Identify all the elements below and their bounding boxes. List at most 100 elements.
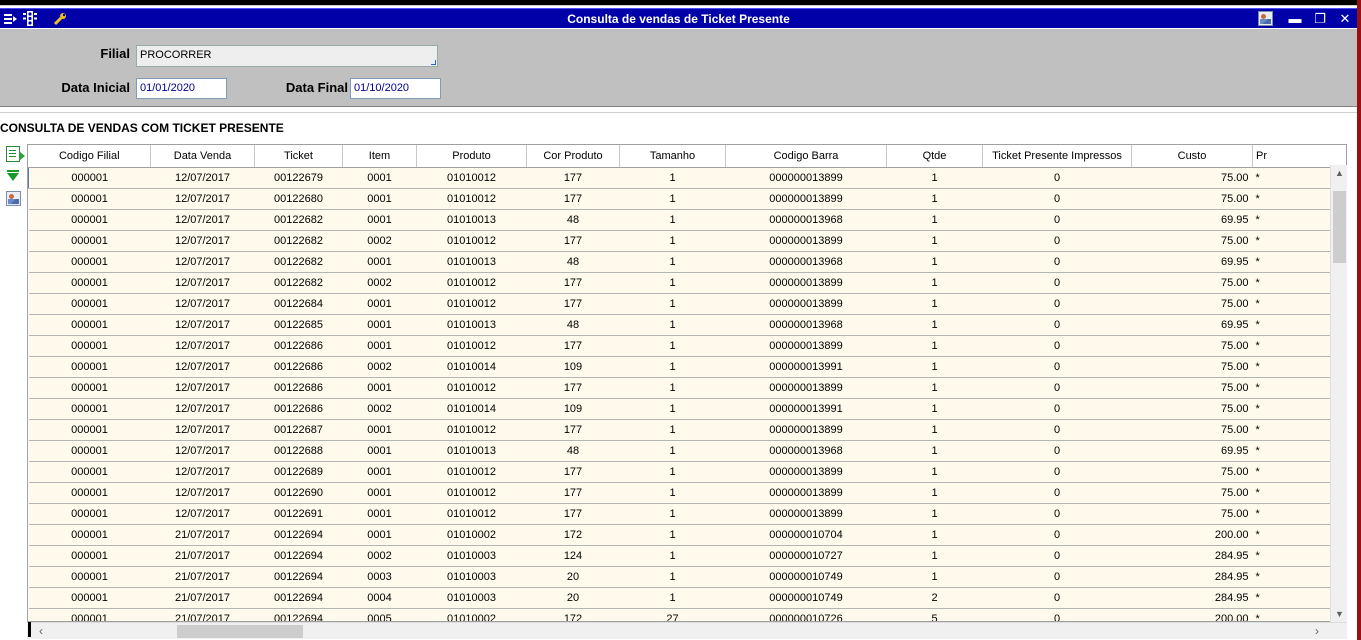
column-header[interactable]: Pr — [1252, 145, 1346, 168]
table-cell: 75.00 — [1131, 188, 1253, 210]
table-cell: 172 — [526, 524, 620, 546]
table-row[interactable]: 000001 21/07/2017 00122694 0001 01010002 172 1… — [28, 524, 1346, 546]
column-header[interactable]: Item — [342, 145, 417, 168]
image-icon[interactable] — [1255, 10, 1275, 27]
table-cell: 69.95 — [1131, 440, 1253, 462]
table-cell: 000001 — [28, 398, 151, 420]
table-row[interactable]: 000001 21/07/2017 00122694 0003 01010003 20 1 0… — [28, 566, 1346, 588]
table-cell: 000000013968 — [725, 314, 887, 336]
table-row[interactable]: 000001 12/07/2017 00122682 0001 01010013 48 1 0… — [28, 251, 1346, 273]
close-button[interactable]: ✕ — [1335, 10, 1355, 27]
column-header[interactable]: Ticket — [254, 145, 343, 168]
column-header[interactable]: Custo — [1131, 145, 1253, 168]
scroll-left-icon[interactable]: ‹ — [33, 623, 49, 640]
table-cell: 1 — [619, 188, 726, 210]
table-row[interactable]: 000001 12/07/2017 00122686 0002 01010014 109 1… — [28, 398, 1346, 420]
vertical-scroll-thumb[interactable] — [1333, 191, 1346, 263]
table-row[interactable]: 000001 12/07/2017 00122690 0001 01010012 177 1… — [28, 482, 1346, 504]
table-cell: 0 — [982, 166, 1132, 189]
table-cell: 000001 — [28, 166, 151, 189]
table-cell: 01010012 — [416, 419, 527, 441]
table-row[interactable]: 000001 12/07/2017 00122682 0001 01010013 48 1 0… — [28, 209, 1346, 231]
data-inicial-field[interactable]: 01/01/2020 — [136, 78, 227, 99]
table-cell: 00122694 — [254, 608, 343, 621]
table-cell: 0 — [982, 377, 1132, 399]
table-cell: 00122694 — [254, 587, 343, 609]
table-row[interactable]: 000001 12/07/2017 00122691 0001 01010012 177 1… — [28, 503, 1346, 525]
image-icon[interactable] — [4, 189, 22, 207]
table-row[interactable]: 000001 12/07/2017 00122682 0002 01010012 177 1… — [28, 272, 1346, 294]
table-cell: 000001 — [28, 461, 151, 483]
maximize-button[interactable]: ❐ — [1310, 10, 1330, 27]
table-row[interactable]: 000001 12/07/2017 00122689 0001 01010012 177 1… — [28, 461, 1346, 483]
table-cell: 69.95 — [1131, 251, 1253, 273]
column-header[interactable]: Ticket Presente Impressos — [982, 145, 1132, 168]
table-body: 000001 12/07/2017 00122679 0001 01010012 177 1… — [28, 166, 1346, 621]
column-header[interactable]: Qtde — [886, 145, 983, 168]
table-cell: 1 — [619, 524, 726, 546]
table-row[interactable]: 000001 12/07/2017 00122686 0002 01010014 109 1… — [28, 356, 1346, 378]
column-header[interactable]: Cor Produto — [526, 145, 620, 168]
table-cell: 1 — [886, 503, 983, 525]
horizontal-scroll-thumb[interactable] — [177, 625, 303, 638]
table-cell: 00122685 — [254, 314, 343, 336]
column-header[interactable]: Codigo Filial — [28, 145, 151, 168]
table-row[interactable]: 000001 21/07/2017 00122694 0002 01010003 124 1… — [28, 545, 1346, 567]
table-cell: 1 — [886, 293, 983, 315]
table-cell: 75.00 — [1131, 377, 1253, 399]
table-row[interactable]: 000001 12/07/2017 00122686 0001 01010012 177 1… — [28, 335, 1346, 357]
side-toolbar — [4, 145, 25, 211]
column-header[interactable]: Tamanho — [619, 145, 726, 168]
table-cell: 0 — [982, 209, 1132, 231]
table-row[interactable]: 000001 12/07/2017 00122682 0002 01010012 177 1… — [28, 230, 1346, 252]
table-cell: 000000010749 — [725, 587, 887, 609]
table-row[interactable]: 000001 12/07/2017 00122685 0001 01010013 48 1 0… — [28, 314, 1346, 336]
table-cell: 1 — [619, 230, 726, 252]
table-cell: 75.00 — [1131, 230, 1253, 252]
download-icon[interactable] — [4, 167, 22, 185]
table-cell: 00122684 — [254, 293, 343, 315]
table-cell: 5 — [886, 608, 983, 621]
horizontal-scrollbar[interactable]: ‹ › — [27, 622, 1347, 639]
table-cell: 0001 — [342, 251, 417, 273]
scroll-up-icon[interactable]: ▲ — [1331, 165, 1348, 181]
table-row[interactable]: 000001 21/07/2017 00122694 0004 01010003 20 1 0… — [28, 587, 1346, 609]
table-cell: 12/07/2017 — [150, 209, 255, 231]
table-cell: 1 — [619, 419, 726, 441]
table-row[interactable]: 000001 12/07/2017 00122687 0001 01010012 177 1… — [28, 419, 1346, 441]
table-cell: 00122694 — [254, 545, 343, 567]
table-row[interactable]: 000001 12/07/2017 00122684 0001 01010012 177 1… — [28, 293, 1346, 315]
table-cell: 0001 — [342, 419, 417, 441]
table-cell: 00122682 — [254, 251, 343, 273]
table-cell: 0001 — [342, 440, 417, 462]
table-cell: 1 — [619, 166, 726, 189]
table-cell: 75.00 — [1131, 461, 1253, 483]
table-cell: 1 — [886, 482, 983, 504]
column-header[interactable]: Data Venda — [150, 145, 255, 168]
table-cell: 27 — [619, 608, 726, 621]
table-row[interactable]: 000001 21/07/2017 00122694 0005 01010002 172 2… — [28, 608, 1346, 621]
table-row[interactable]: 000001 12/07/2017 00122686 0001 01010012 177 1… — [28, 377, 1346, 399]
column-header[interactable]: Codigo Barra — [725, 145, 887, 168]
table-cell: 75.00 — [1131, 503, 1253, 525]
scroll-down-icon[interactable]: ▼ — [1331, 606, 1348, 622]
vertical-scrollbar[interactable]: ▲ ▼ — [1330, 165, 1347, 622]
table-row[interactable]: 000001 12/07/2017 00122680 0001 01010012 177 1… — [28, 188, 1346, 210]
filial-field[interactable]: PROCORRER — [136, 45, 438, 67]
table-cell: 000001 — [28, 272, 151, 294]
export-icon[interactable] — [4, 145, 25, 163]
table-cell: 0001 — [342, 188, 417, 210]
data-final-field[interactable]: 01/10/2020 — [350, 78, 441, 99]
column-header[interactable]: Produto — [416, 145, 527, 168]
table-cell: 1 — [886, 461, 983, 483]
table-row[interactable]: 000001 12/07/2017 00122679 0001 01010012 177 1… — [28, 166, 1346, 189]
table-cell: 75.00 — [1131, 482, 1253, 504]
table-cell: 2 — [886, 587, 983, 609]
scroll-right-icon[interactable]: › — [1309, 623, 1325, 640]
minimize-button[interactable]: ▬ — [1285, 10, 1305, 27]
table-cell: 75.00 — [1131, 272, 1253, 294]
table-cell: 0 — [982, 461, 1132, 483]
table-cell: 1 — [886, 314, 983, 336]
table-row[interactable]: 000001 12/07/2017 00122688 0001 01010013 48 1 0… — [28, 440, 1346, 462]
table-cell: 0 — [982, 398, 1132, 420]
